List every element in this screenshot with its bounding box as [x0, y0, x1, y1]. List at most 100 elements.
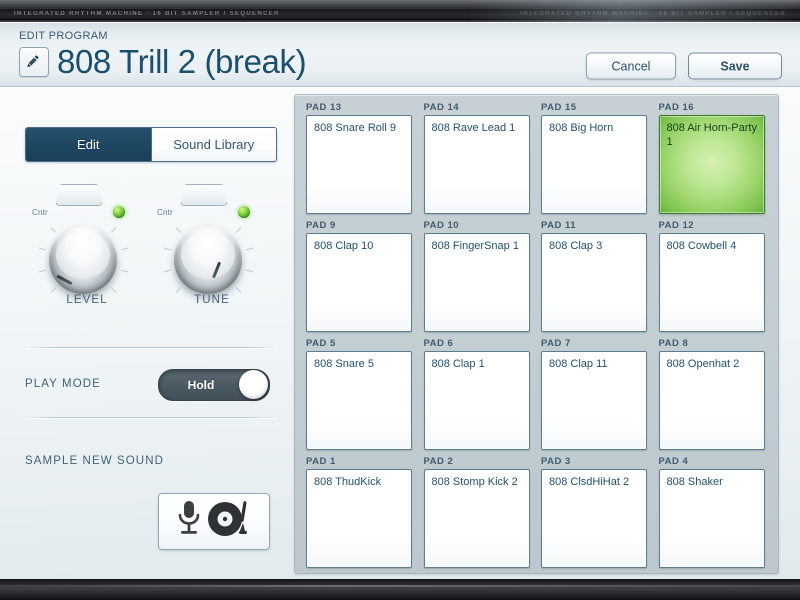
page-title-row: 808 Trill 2 (break)	[19, 43, 307, 80]
pad-button[interactable]: 808 Clap 1	[423, 351, 530, 450]
pad-button[interactable]: 808 Snare Roll 9	[306, 115, 412, 214]
play-mode-value: Hold	[187, 378, 215, 392]
breadcrumb: EDIT PROGRAM	[19, 30, 108, 42]
pad-cell: PAD 15 808 Big Horn	[539, 102, 649, 220]
pad-button[interactable]: 808 Clap 10	[306, 233, 412, 332]
knob-tune[interactable]: Cntr TUNE	[152, 181, 272, 311]
bezel-branding-left: INTEGRATED RHYTHM MACHINE · 16 BIT SAMPL…	[14, 11, 280, 17]
pad-cell: PAD 7 808 Clap 11	[539, 338, 649, 456]
pad-cell: PAD 6 808 Clap 1	[422, 338, 532, 456]
control-panel: Edit Sound Library Cntr LEVEL Cntr TUNE …	[0, 86, 292, 579]
pencil-icon[interactable]	[19, 47, 49, 77]
divider-bottom	[25, 417, 277, 418]
pad-button[interactable]: 808 Clap 3	[541, 233, 647, 332]
pad-sound-name: 808 Snare Roll 9	[314, 122, 396, 134]
divider-top	[25, 347, 277, 348]
sample-new-sound-label: SAMPLE NEW SOUND	[25, 455, 165, 467]
pad-number-label: PAD 11	[541, 220, 577, 231]
pad-cell: PAD 13 808 Snare Roll 9	[304, 102, 414, 220]
turntable-icon	[206, 498, 252, 545]
pad-button[interactable]: 808 Snare 5	[306, 351, 412, 450]
knob-dial-level[interactable]	[49, 226, 117, 294]
tab-edit[interactable]: Edit	[26, 128, 151, 161]
pad-button[interactable]: 808 Stomp Kick 2	[423, 469, 530, 568]
pad-button[interactable]: 808 Big Horn	[541, 115, 647, 214]
toggle-handle[interactable]	[239, 370, 268, 399]
sample-new-sound-button[interactable]	[158, 493, 270, 550]
pad-sound-name: 808 Cowbell 4	[666, 240, 737, 252]
pad-number-label: PAD 13	[306, 102, 342, 113]
pad-number-label: PAD 10	[423, 220, 460, 231]
pad-sound-name: 808 Stomp Kick 2	[431, 476, 518, 488]
led-indicator-tune	[238, 206, 250, 218]
pad-cell: PAD 12 808 Cowbell 4	[657, 220, 767, 338]
pad-cell: PAD 1 808 ThudKick	[304, 456, 414, 574]
pad-button[interactable]: 808 Openhat 2	[658, 351, 765, 450]
knob-pointer-tune	[207, 261, 221, 291]
pad-number-label: PAD 12	[658, 220, 695, 231]
knob-level[interactable]: Cntr LEVEL	[27, 181, 147, 311]
pad-cell: PAD 2 808 Stomp Kick 2	[422, 456, 532, 574]
pad-button[interactable]: 808 Clap 11	[541, 351, 647, 450]
pad-number-label: PAD 9	[306, 220, 336, 231]
app-screen: EDIT PROGRAM 808 Trill 2 (break) Cancel …	[0, 22, 800, 579]
pad-cell: PAD 16 808 Air Horn-Party 1	[657, 102, 767, 220]
pad-button[interactable]: 808 Rave Lead 1	[423, 115, 530, 214]
pad-button[interactable]: 808 ClsdHiHat 2	[541, 469, 647, 568]
device-screenshot: INTEGRATED RHYTHM MACHINE · 16 BIT SAMPL…	[0, 0, 800, 600]
pad-cell: PAD 14 808 Rave Lead 1	[422, 102, 532, 220]
pad-number-label: PAD 3	[541, 456, 571, 467]
header-bar: EDIT PROGRAM 808 Trill 2 (break) Cancel …	[0, 22, 800, 87]
pad-sound-name: 808 Clap 11	[549, 358, 608, 370]
pad-button[interactable]: 808 Cowbell 4	[658, 233, 765, 332]
pad-sound-name: 808 FingerSnap 1	[431, 240, 519, 252]
microphone-icon	[176, 499, 202, 544]
pad-number-label: PAD 4	[658, 456, 689, 467]
pad-number-label: PAD 2	[423, 456, 454, 467]
pad-sound-name: 808 Shaker	[666, 476, 723, 488]
pad-cell: PAD 4 808 Shaker	[657, 456, 767, 574]
pad-button[interactable]: 808 Air Horn-Party 1	[658, 115, 765, 214]
pad-cell: PAD 3 808 ClsdHiHat 2	[539, 456, 649, 574]
knob-dial-tune[interactable]	[174, 226, 242, 294]
pad-grid: PAD 13 808 Snare Roll 9 PAD 14 808 Rave Lea…	[304, 102, 766, 574]
led-indicator-level	[113, 206, 125, 218]
pad-number-label: PAD 5	[306, 338, 336, 349]
tab-bar: Edit Sound Library	[25, 127, 277, 162]
pad-button[interactable]: 808 FingerSnap 1	[423, 233, 530, 332]
header-actions: Cancel Save	[586, 52, 782, 80]
bezel-branding-strip: INTEGRATED RHYTHM MACHINE · 16 BIT SAMPL…	[0, 8, 800, 20]
knob-cap-level	[55, 184, 103, 206]
knob-row: Cntr LEVEL Cntr TUNE	[0, 181, 292, 311]
pad-number-label: PAD 15	[541, 102, 577, 113]
pad-button[interactable]: 808 Shaker	[658, 469, 765, 568]
pad-sound-name: 808 Clap 10	[314, 240, 374, 252]
pad-sound-name: 808 Clap 3	[549, 240, 603, 252]
cancel-button[interactable]: Cancel	[586, 52, 676, 80]
pad-number-label: PAD 16	[658, 102, 695, 113]
knob-label-level: LEVEL	[66, 294, 108, 306]
pad-panel: PAD 13 808 Snare Roll 9 PAD 14 808 Rave Lea…	[294, 94, 779, 574]
pad-sound-name: 808 Air Horn-Party 1	[666, 122, 757, 148]
pad-sound-name: 808 Snare 5	[314, 358, 374, 370]
knob-center-label-level: Cntr	[32, 208, 48, 217]
device-bezel-top: INTEGRATED RHYTHM MACHINE · 16 BIT SAMPL…	[0, 0, 800, 22]
bezel-branding-right: INTEGRATED RHYTHM MACHINE · 16 BIT SAMPL…	[520, 11, 786, 17]
pad-cell: PAD 10 808 FingerSnap 1	[422, 220, 532, 338]
save-button[interactable]: Save	[688, 52, 782, 80]
play-mode-toggle[interactable]: Hold	[158, 369, 270, 401]
pad-button[interactable]: 808 ThudKick	[306, 469, 412, 568]
pad-number-label: PAD 7	[541, 338, 571, 349]
pad-number-label: PAD 6	[423, 338, 454, 349]
pad-cell: PAD 9 808 Clap 10	[304, 220, 414, 338]
play-mode-label: PLAY MODE	[25, 378, 101, 390]
pad-sound-name: 808 Openhat 2	[666, 358, 740, 370]
tab-sound-library[interactable]: Sound Library	[150, 128, 276, 161]
pad-number-label: PAD 1	[306, 456, 336, 467]
pad-sound-name: 808 ThudKick	[314, 476, 382, 488]
page-title: 808 Trill 2 (break)	[57, 43, 307, 80]
pad-number-label: PAD 14	[423, 102, 460, 113]
device-bezel-bottom	[0, 579, 800, 600]
pad-cell: PAD 11 808 Clap 3	[539, 220, 649, 338]
pad-cell: PAD 8 808 Openhat 2	[657, 338, 767, 456]
